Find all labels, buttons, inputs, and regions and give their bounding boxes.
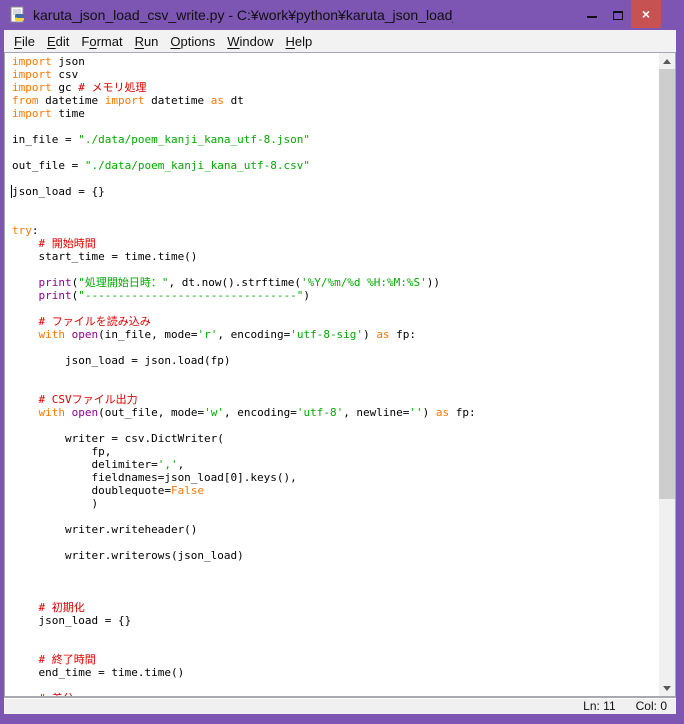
status-col-indicator: Col: 0 xyxy=(636,699,667,713)
code-line: start_time = time.time() xyxy=(12,250,659,263)
code-line: writer = csv.DictWriter( xyxy=(12,432,659,445)
statusbar: Ln: 11 Col: 0 xyxy=(4,697,676,714)
close-button[interactable]: × xyxy=(631,0,661,28)
code-line: # 差分 xyxy=(12,692,659,696)
code-line: with open(out_file, mode='w', encoding='… xyxy=(12,406,659,419)
python-file-icon xyxy=(9,6,27,24)
code-line: with open(in_file, mode='r', encoding='u… xyxy=(12,328,659,341)
code-line xyxy=(12,575,659,588)
scroll-up-icon xyxy=(663,59,671,64)
code-line xyxy=(12,263,659,276)
code-line xyxy=(12,146,659,159)
code-line: ) xyxy=(12,497,659,510)
titlebar[interactable]: karuta_json_load_csv_write.py - C:¥work¥… xyxy=(0,0,684,30)
minimize-button[interactable] xyxy=(579,0,605,30)
code-editor[interactable]: import jsonimport csvimport gc # メモリ処理fr… xyxy=(5,53,659,696)
menu-item-edit[interactable]: Edit xyxy=(41,32,75,51)
menu-item-format[interactable]: Format xyxy=(75,32,128,51)
vertical-scrollbar[interactable] xyxy=(659,53,675,696)
menubar: FileEditFormatRunOptionsWindowHelp xyxy=(4,30,676,52)
code-line: delimiter=',', xyxy=(12,458,659,471)
scrollbar-thumb[interactable] xyxy=(659,69,675,499)
code-line: # ファイルを読み込み xyxy=(12,315,659,328)
code-line xyxy=(12,341,659,354)
scroll-down-button[interactable] xyxy=(659,680,675,696)
code-line: writer.writeheader() xyxy=(12,523,659,536)
code-line xyxy=(12,419,659,432)
scroll-down-icon xyxy=(663,686,671,691)
window-minimize-icon xyxy=(587,16,597,18)
code-line: writer.writerows(json_load) xyxy=(12,549,659,562)
text-cursor xyxy=(11,185,12,198)
code-line: in_file = "./data/poem_kanji_kana_utf-8.… xyxy=(12,133,659,146)
code-line xyxy=(12,640,659,653)
window-close-icon: × xyxy=(642,6,650,22)
code-line: import json xyxy=(12,55,659,68)
code-line: # 開始時間 xyxy=(12,237,659,250)
code-line xyxy=(12,120,659,133)
status-line-indicator: Ln: 11 xyxy=(583,699,615,713)
maximize-button[interactable] xyxy=(605,0,631,30)
editor-frame: import jsonimport csvimport gc # メモリ処理fr… xyxy=(4,52,676,697)
code-line xyxy=(12,198,659,211)
menu-item-help[interactable]: Help xyxy=(280,32,319,51)
code-line: print("処理開始日時：", dt.now().strftime('%Y/%… xyxy=(12,276,659,289)
window-controls: × xyxy=(579,0,661,30)
code-line: import gc # メモリ処理 xyxy=(12,81,659,94)
code-line: import time xyxy=(12,107,659,120)
window-maximize-icon xyxy=(613,11,623,20)
code-line: # 終了時間 xyxy=(12,653,659,666)
code-line: fp, xyxy=(12,445,659,458)
menu-item-run[interactable]: Run xyxy=(129,32,165,51)
idle-editor-window: karuta_json_load_csv_write.py - C:¥work¥… xyxy=(0,0,684,724)
code-line: try: xyxy=(12,224,659,237)
menu-item-options[interactable]: Options xyxy=(164,32,221,51)
code-line: end_time = time.time() xyxy=(12,666,659,679)
code-line: # CSVファイル出力 xyxy=(12,393,659,406)
code-line xyxy=(12,172,659,185)
code-line: doublequote=False xyxy=(12,484,659,497)
code-line xyxy=(12,679,659,692)
scroll-up-button[interactable] xyxy=(659,53,675,69)
window-title: karuta_json_load_csv_write.py - C:¥work¥… xyxy=(33,7,453,23)
menu-item-window[interactable]: Window xyxy=(221,32,279,51)
code-line: import csv xyxy=(12,68,659,81)
code-line xyxy=(12,380,659,393)
menu-item-file[interactable]: File xyxy=(8,32,41,51)
code-line xyxy=(12,367,659,380)
code-line: from datetime import datetime as dt xyxy=(12,94,659,107)
code-line xyxy=(12,510,659,523)
code-line xyxy=(12,302,659,315)
code-line: # 初期化 xyxy=(12,601,659,614)
code-lines: import jsonimport csvimport gc # メモリ処理fr… xyxy=(12,55,659,696)
code-line xyxy=(12,536,659,549)
code-line xyxy=(12,627,659,640)
code-line: json_load = {} xyxy=(12,185,659,198)
code-line: json_load = {} xyxy=(12,614,659,627)
code-line: out_file = "./data/poem_kanji_kana_utf-8… xyxy=(12,159,659,172)
code-line: json_load = json.load(fp) xyxy=(12,354,659,367)
code-line: print("--------------------------------"… xyxy=(12,289,659,302)
code-line xyxy=(12,211,659,224)
code-line xyxy=(12,588,659,601)
code-line xyxy=(12,562,659,575)
code-line: fieldnames=json_load[0].keys(), xyxy=(12,471,659,484)
